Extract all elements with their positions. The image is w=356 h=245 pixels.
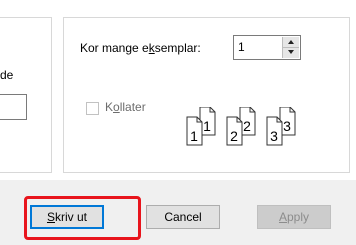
page-number-1a: 1 xyxy=(190,128,198,144)
page-stack-1-icon: 1 1 xyxy=(186,107,216,146)
page-number-2b: 2 xyxy=(243,118,251,134)
page-number-3b: 3 xyxy=(283,118,291,134)
page-range-label-partial: de xyxy=(0,68,14,82)
copies-label: Kor mange eksemplar: xyxy=(80,41,201,55)
arrow-up-icon xyxy=(288,40,294,44)
collate-pages-icon: 1 1 2 2 3 3 xyxy=(186,107,296,146)
spin-down-button[interactable] xyxy=(283,47,299,57)
page-stack-2-icon: 2 2 xyxy=(226,107,256,146)
collate-checkbox[interactable] xyxy=(86,102,99,115)
apply-button[interactable]: Apply xyxy=(257,205,331,229)
copies-value: 1 xyxy=(238,40,245,54)
collate-label[interactable]: Kollater xyxy=(105,100,146,114)
copies-spinbox[interactable]: 1 xyxy=(233,35,301,60)
page-number-3a: 3 xyxy=(270,128,278,144)
page-stack-3-icon: 3 3 xyxy=(266,107,296,146)
copies-spin-buttons xyxy=(282,37,299,58)
print-button-highlight xyxy=(24,196,141,240)
page-range-field-partial[interactable] xyxy=(0,94,27,120)
page-number-1b: 1 xyxy=(203,118,211,134)
cancel-button[interactable]: Cancel xyxy=(146,205,220,229)
page-number-2a: 2 xyxy=(230,128,238,144)
arrow-down-icon xyxy=(288,50,294,54)
